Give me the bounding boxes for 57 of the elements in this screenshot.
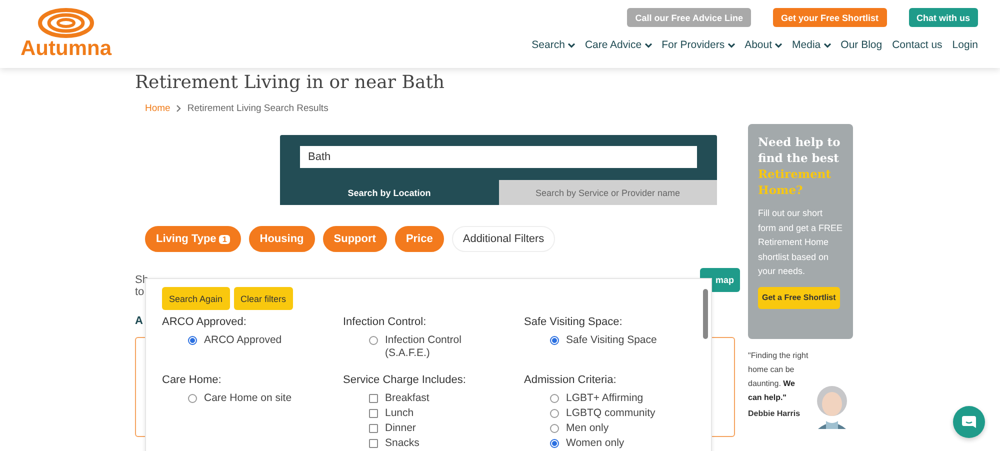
shortlist-button[interactable]: Get a Free Shortlist <box>758 286 840 308</box>
help-text: Fill out our short form and get a FREE Retirement Home shortlist based on your needs. <box>758 207 843 278</box>
chat-button[interactable] <box>953 406 985 438</box>
radio-button[interactable] <box>550 336 559 345</box>
section-heading: A <box>135 315 143 327</box>
filter-group-title: Service Charge Includes: <box>343 374 467 386</box>
filter-option[interactable]: Care Home on site <box>188 392 343 405</box>
logo-icon <box>37 8 95 38</box>
filter-action-button[interactable]: Search Again <box>162 287 230 310</box>
filter-group-title: ARCO Approved: <box>162 316 248 328</box>
filter-option[interactable]: Breakfast <box>369 392 524 405</box>
search-tab[interactable]: Search by Service or Provider name <box>498 180 717 205</box>
filter-group-title: Safe Visiting Space: <box>524 316 624 328</box>
filter-group-title: Infection Control: <box>343 316 428 328</box>
filter-option[interactable]: Women only <box>550 437 694 450</box>
filter-option[interactable]: Men only <box>550 422 694 435</box>
filter-option[interactable]: Snacks <box>369 437 524 450</box>
radio-button[interactable] <box>550 424 559 433</box>
radio-button[interactable] <box>550 439 559 448</box>
nav-link[interactable]: Login <box>952 39 978 51</box>
filter-option[interactable]: LGBTQ community <box>550 407 694 420</box>
results-text: to <box>135 286 146 298</box>
quote-text: "Finding the right home can be daunting. We can help." <box>748 350 810 404</box>
help-heading: Need help to find the best Retirement Home? <box>758 134 842 198</box>
filter-action-button[interactable]: Clear filters <box>234 287 294 310</box>
nav-link[interactable]: Contact us <box>892 39 942 51</box>
page-title: Retirement Living in or near Bath <box>135 71 446 94</box>
nav-link[interactable]: For Providers <box>662 39 735 51</box>
radio-button[interactable] <box>550 394 559 403</box>
checkbox[interactable] <box>369 394 378 403</box>
checkbox[interactable] <box>369 439 378 448</box>
radio-button[interactable] <box>188 336 197 345</box>
radio-button[interactable] <box>550 409 559 418</box>
nav-link[interactable]: Search <box>532 39 575 51</box>
filter-option[interactable]: Infection Control (S.A.F.E.) <box>369 334 524 360</box>
filter-option[interactable]: LGBT+ Affirming <box>550 392 694 405</box>
filter-option[interactable]: ARCO Approved <box>188 334 343 347</box>
filter-option[interactable]: Dinner <box>369 422 524 435</box>
filter-group-title: Care Home: <box>162 374 222 386</box>
person-name: Debbie Harris <box>748 409 802 418</box>
breadcrumb-current: Retirement Living Search Results <box>187 103 328 114</box>
radio-button[interactable] <box>369 336 378 345</box>
count-badge: 1 <box>219 234 230 244</box>
checkbox[interactable] <box>369 409 378 418</box>
chevron-right-icon <box>176 105 182 112</box>
filter-group-title: Admission Criteria: <box>524 374 618 386</box>
filter-option[interactable]: Lunch <box>369 407 524 420</box>
chat-icon <box>961 414 977 430</box>
nav-link[interactable]: Media <box>792 39 831 51</box>
checkbox[interactable] <box>369 424 378 433</box>
nav-link[interactable]: Our Blog <box>840 39 882 51</box>
nav-link[interactable]: About <box>744 39 782 51</box>
filter-tab[interactable]: Additional Filters <box>452 226 556 252</box>
location-field[interactable]: Bath <box>300 146 697 168</box>
radio-button[interactable] <box>188 394 197 403</box>
nav-link[interactable]: Care Advice <box>584 39 652 51</box>
filter-option[interactable]: Safe Visiting Space <box>550 334 694 347</box>
